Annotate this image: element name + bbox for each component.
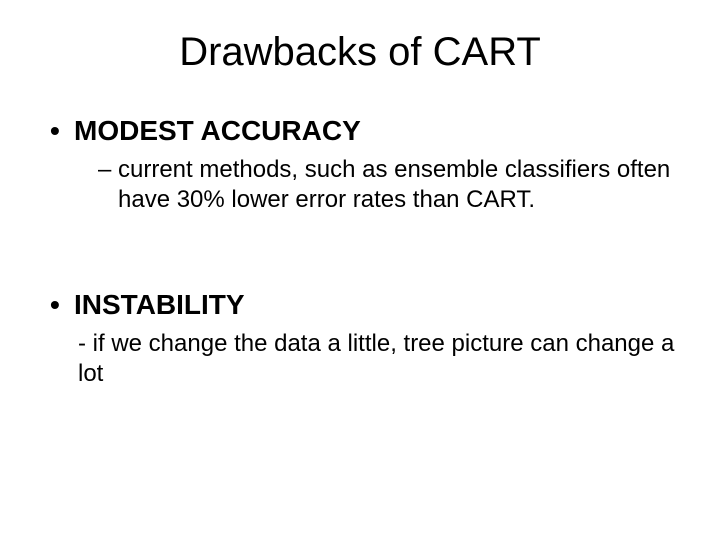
bullet-modest-accuracy: MODEST ACCURACY xyxy=(50,115,680,147)
slide: Drawbacks of CART MODEST ACCURACY curren… xyxy=(0,0,720,540)
bullet-instability: INSTABILITY xyxy=(50,289,680,321)
slide-title: Drawbacks of CART xyxy=(40,30,680,75)
spacer xyxy=(40,245,680,271)
sub-instability: - if we change the data a little, tree p… xyxy=(78,329,680,389)
sub-modest-accuracy: current methods, such as ensemble classi… xyxy=(98,155,680,215)
